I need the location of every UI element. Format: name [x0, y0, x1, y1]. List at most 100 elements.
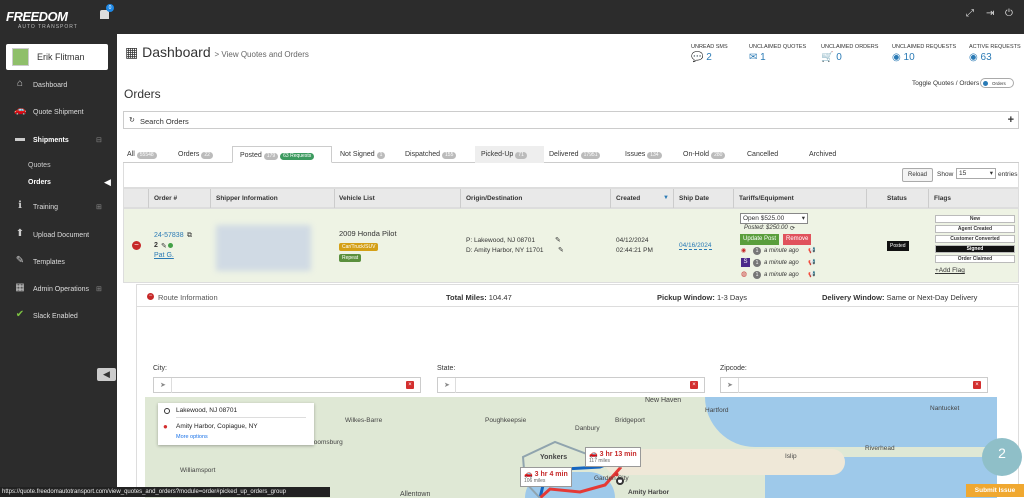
posted-amount: Posted: $250.00 — [744, 225, 788, 231]
stat-active-requests[interactable]: ACTIVE REQUESTS ◉ 63 — [969, 44, 1021, 63]
clear-icon[interactable]: × — [973, 381, 981, 389]
flag-new[interactable]: New — [935, 215, 1015, 223]
copy-icon[interactable]: ⧉ — [187, 232, 192, 240]
route-option-1[interactable]: 🚗 3 hr 13 min 117 miles — [585, 447, 641, 467]
collapse-row-icon[interactable]: − — [132, 241, 141, 250]
column-divider — [928, 189, 929, 209]
sort-desc-icon[interactable]: ▼ — [663, 195, 669, 201]
col-status[interactable]: Status — [887, 195, 907, 202]
col-origin-destination[interactable]: Origin/Destination — [466, 195, 522, 202]
tab-orders[interactable]: Orders 22 — [178, 146, 213, 163]
col-shipper[interactable]: Shipper Information — [216, 195, 278, 202]
col-flags[interactable]: Flags — [934, 195, 951, 202]
order-number[interactable]: 24-57838 — [154, 232, 184, 239]
delivery-window-value: Same or Next-Day Delivery — [886, 293, 978, 302]
flag-customer-converted[interactable]: Customer Converted — [935, 235, 1015, 243]
nav-training[interactable]: ℹ Training ⊞ — [0, 198, 117, 218]
zipcode-input[interactable]: ➤ × — [720, 377, 988, 393]
directions-box[interactable]: Lakewood, NJ 08701 ● Amity Harbor, Copia… — [158, 403, 314, 445]
nav-admin-operations[interactable]: ▦ Admin Operations ⊞ — [0, 280, 117, 300]
nav-templates[interactable]: ✎ Templates — [0, 253, 117, 273]
flag-signed[interactable]: Signed — [935, 245, 1015, 253]
activity-time: a minute ago — [764, 248, 799, 254]
logout-icon[interactable]: ⇥ — [986, 8, 994, 19]
nav-quotes[interactable]: Quotes — [28, 162, 51, 169]
toggle-quotes-orders[interactable]: Orders — [980, 78, 1014, 88]
origin-marker-icon — [164, 408, 170, 414]
search-orders-label: Search Orders — [140, 117, 189, 126]
tab-posted[interactable]: Posted 179 63 Requests — [232, 146, 332, 163]
submit-issue-button[interactable]: Submit Issue — [966, 484, 1024, 497]
route-map[interactable]: ● Amity Harbor Garden City Yonkers Allen… — [145, 397, 997, 498]
reload-button[interactable]: Reload — [902, 168, 933, 182]
sidebar: Erik Flitman ⌂ Dashboard 🚗 Quote Shipment … — [0, 34, 117, 497]
nav-upload-document[interactable]: ⬆ Upload Document — [0, 226, 117, 246]
browser-status-url: https://quote.freedomautotransport.com/v… — [0, 487, 330, 497]
edit-dropoff-icon[interactable]: ✎ — [558, 246, 564, 254]
stat-unclaimed-requests[interactable]: UNCLAIMED REQUESTS ◉ 10 — [892, 44, 956, 63]
tab-count: 55548 — [136, 152, 157, 159]
collapse-sidebar-button[interactable]: ◀ — [97, 368, 116, 381]
nav-slack-enabled[interactable]: ✔ Slack Enabled — [0, 307, 117, 327]
stat-unread-sms[interactable]: UNREAD SMS 💬 2 — [691, 44, 728, 63]
tab-on-hold[interactable]: On-Hold 280 — [683, 146, 726, 163]
info-icon: ℹ — [18, 200, 22, 211]
sync-icon[interactable]: ⟳ — [790, 225, 795, 232]
map-label-amity-harbor: Amity Harbor — [628, 489, 670, 496]
flag-agent-created[interactable]: Agent Created — [935, 225, 1015, 233]
tab-archived[interactable]: Archived — [809, 146, 844, 163]
clear-icon[interactable]: × — [690, 381, 698, 389]
edit-pickup-icon[interactable]: ✎ — [555, 236, 561, 244]
tab-cancelled[interactable]: Cancelled — [747, 146, 786, 163]
user-card[interactable]: Erik Flitman — [6, 44, 108, 70]
zipcode-label: Zipcode: — [720, 365, 747, 372]
route-title: Route Information — [158, 293, 218, 302]
more-options-link[interactable]: More options — [176, 434, 208, 440]
tab-count: 280 — [711, 152, 726, 159]
tab-delivered[interactable]: Delivered 17951 — [549, 146, 601, 163]
pencil-icon[interactable]: ✎ — [161, 242, 167, 250]
entries-select[interactable]: 15 ▾ — [956, 168, 996, 179]
order-count: 2 — [154, 242, 158, 249]
table-row[interactable]: − 24-57838 ⧉ 2 ✎ Pat G. 2009 Honda Pilot… — [123, 208, 1019, 283]
tariff-select[interactable]: Open $525.00 ▾ — [740, 213, 808, 224]
nav-quote-shipment[interactable]: 🚗 Quote Shipment — [0, 103, 117, 123]
flag-order-claimed[interactable]: Order Claimed — [935, 255, 1015, 263]
nav-shipments[interactable]: ▬ Shipments ⊟ — [0, 131, 117, 151]
col-tariffs[interactable]: Tariffs/Equipment — [739, 195, 794, 202]
board-logo-icon: S — [741, 258, 750, 267]
nav-dashboard[interactable]: ⌂ Dashboard — [0, 76, 117, 96]
collapse-route-icon[interactable]: − — [147, 293, 154, 300]
fullscreen-icon[interactable]: ⤢ — [966, 8, 974, 19]
tab-dispatched[interactable]: Dispatched 155 — [405, 146, 457, 163]
tab-picked-up[interactable]: Picked-Up 71 — [475, 146, 544, 163]
agent-link[interactable]: Pat G. — [154, 252, 174, 259]
col-order[interactable]: Order # — [154, 195, 177, 202]
col-vehicle[interactable]: Vehicle List — [339, 195, 375, 202]
search-orders-bar[interactable]: ↻ Search Orders + — [123, 111, 1019, 129]
stat-value: 0 — [836, 52, 842, 63]
ship-date[interactable]: 04/16/2024 — [679, 242, 712, 250]
map-label-wilkes-barre: Wilkes-Barre — [345, 417, 383, 424]
tab-not-signed[interactable]: Not Signed 1 — [340, 146, 386, 163]
stat-unclaimed-quotes[interactable]: UNCLAIMED QUOTES ✉ 1 — [749, 44, 806, 63]
expand-search-icon[interactable]: + — [1008, 114, 1014, 126]
state-input[interactable]: ➤ × — [437, 377, 705, 393]
col-created[interactable]: Created — [616, 195, 640, 202]
route-option-2[interactable]: 🚗 3 hr 4 min 106 miles — [520, 467, 572, 487]
state-label: State: — [437, 365, 456, 372]
update-post-button[interactable]: Update Post — [740, 234, 780, 245]
power-icon[interactable]: ⏻ — [1005, 8, 1013, 19]
stat-unclaimed-orders[interactable]: UNCLAIMED ORDERS 🛒 0 — [821, 44, 878, 63]
route-time-1: 3 hr 13 min — [599, 451, 637, 458]
chat-bubble[interactable]: 2 — [982, 438, 1022, 476]
col-ship-date[interactable]: Ship Date — [679, 195, 709, 202]
add-flag-link[interactable]: +Add Flag — [935, 267, 965, 274]
clear-icon[interactable]: × — [406, 381, 414, 389]
city-input[interactable]: ➤ × — [153, 377, 421, 393]
nav-orders[interactable]: Orders — [28, 179, 51, 186]
brand-logo[interactable]: FREEDOM — [6, 9, 68, 24]
tab-issues[interactable]: Issues 134 — [625, 146, 662, 163]
tab-all[interactable]: All 55548 — [127, 146, 157, 163]
remove-button[interactable]: Remove — [783, 234, 812, 245]
